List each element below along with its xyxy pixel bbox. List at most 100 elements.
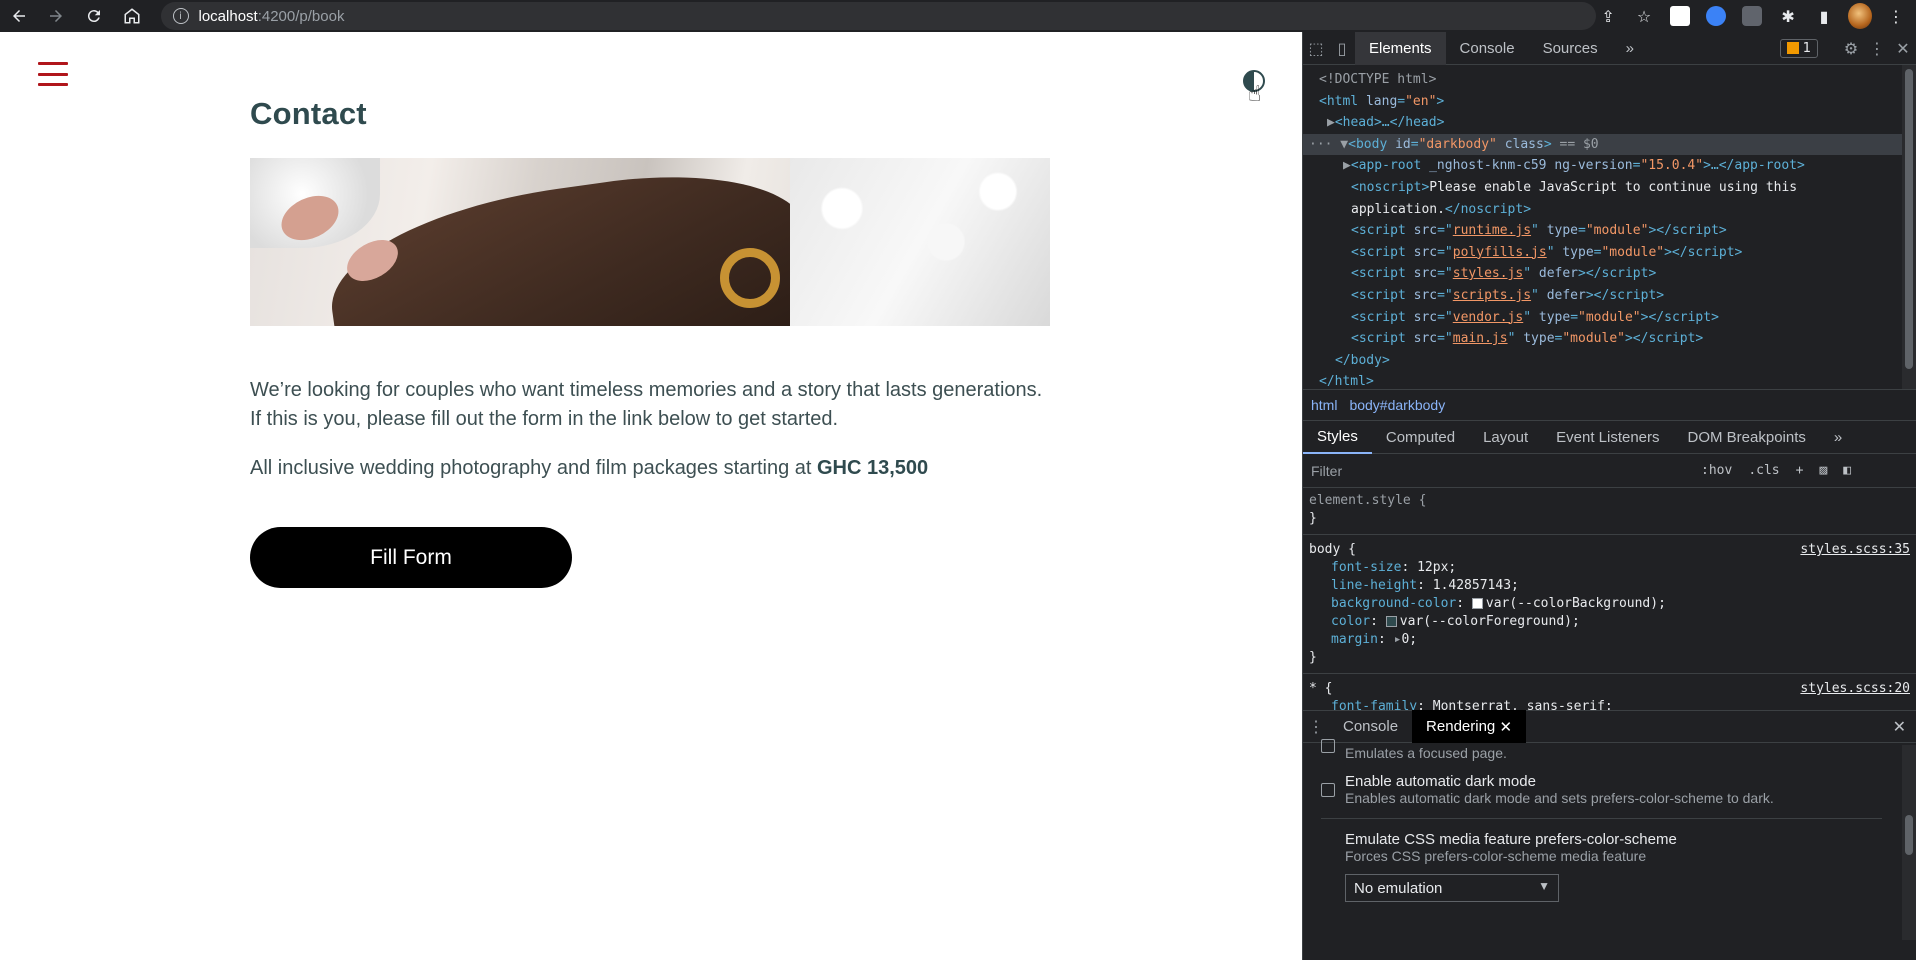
profile-avatar[interactable]	[1848, 3, 1873, 29]
breadcrumb-body[interactable]: body#darkbody	[1349, 397, 1445, 413]
side-panel-icon[interactable]: ▮	[1812, 4, 1836, 28]
contact-section: Contact We’re looking for couples who wa…	[250, 96, 1050, 588]
color-scheme-desc: Forces CSS prefers-color-scheme media fe…	[1345, 848, 1647, 864]
toggle-sidebar-icon[interactable]: ◧	[1843, 463, 1851, 478]
focused-page-option: Emulates a focused page.	[1321, 739, 1916, 761]
url-host: localhost	[198, 7, 258, 25]
dom-node[interactable]: <!DOCTYPE html>	[1303, 69, 1916, 91]
devtools-panel: ⬚ ▯ Elements Console Sources » 1 ⚙ ⋮ ✕ <…	[1302, 31, 1916, 960]
fill-form-button[interactable]: Fill Form	[250, 527, 572, 588]
dom-node[interactable]: </body>	[1303, 350, 1916, 372]
home-button[interactable]	[113, 0, 151, 32]
focused-page-checkbox[interactable]	[1321, 739, 1335, 753]
dom-node[interactable]: <script src="styles.js" defer></script>	[1303, 263, 1916, 285]
devtools-tabbar: ⬚ ▯ Elements Console Sources » 1 ⚙ ⋮ ✕	[1303, 31, 1916, 65]
address-bar[interactable]: i localhost:4200/p/book	[160, 2, 1597, 30]
pricing-paragraph: All inclusive wedding photography and fi…	[250, 454, 1050, 483]
dom-node[interactable]: <script src="scripts.js" defer></script>	[1303, 285, 1916, 307]
drawer-tab-console[interactable]: Console	[1329, 710, 1412, 743]
css-property[interactable]: font-family: Montserrat, sans-serif;	[1309, 698, 1910, 710]
kebab-menu-icon[interactable]: ⋮	[1884, 4, 1908, 28]
element-style-rule[interactable]: element.style {	[1309, 492, 1910, 510]
drawer-tabbar: ⋮ Console Rendering ✕ ✕	[1303, 710, 1916, 743]
device-toolbar-icon[interactable]: ▯	[1329, 35, 1355, 61]
inspect-element-icon[interactable]: ⬚	[1303, 35, 1329, 61]
hamburger-menu-icon[interactable]	[38, 60, 68, 88]
tab-computed[interactable]: Computed	[1372, 421, 1469, 454]
back-button[interactable]	[0, 0, 38, 32]
star-rule-source-link[interactable]: styles.scss:20	[1800, 680, 1910, 698]
devtools-menu-icon[interactable]: ⋮	[1864, 35, 1890, 61]
css-property[interactable]: font-size: 12px;	[1309, 559, 1910, 577]
reload-icon	[88, 10, 101, 23]
dom-node[interactable]: application.</noscript>	[1303, 199, 1916, 221]
paint-icon[interactable]: ▨	[1819, 463, 1827, 478]
tab-dom-breakpoints[interactable]: DOM Breakpoints	[1674, 421, 1820, 454]
close-tab-icon[interactable]: ✕	[1499, 718, 1512, 736]
dom-node[interactable]: <script src="vendor.js" type="module"></…	[1303, 307, 1916, 329]
cls-toggle[interactable]: .cls	[1748, 463, 1779, 478]
tab-elements[interactable]: Elements	[1355, 31, 1446, 65]
styles-pane: element.style { } styles.scss:35 body { …	[1303, 488, 1916, 710]
hov-toggle[interactable]: :hov	[1701, 463, 1732, 478]
color-swatch[interactable]	[1385, 616, 1397, 627]
body-rule-source-link[interactable]: styles.scss:35	[1800, 541, 1910, 559]
price-value: GHC 13,500	[817, 457, 929, 479]
site-info-icon[interactable]: i	[172, 8, 189, 24]
tab-sources[interactable]: Sources	[1529, 32, 1612, 65]
settings-gear-icon[interactable]: ⚙	[1838, 35, 1864, 61]
dom-node[interactable]: <script src="polyfills.js" type="module"…	[1303, 242, 1916, 264]
rendering-scrollbar[interactable]	[1902, 745, 1916, 940]
styles-tabbar: Styles Computed Layout Event Listeners D…	[1303, 420, 1916, 454]
color-scheme-option: Emulate CSS media feature prefers-color-…	[1321, 831, 1916, 902]
bookmark-star-icon[interactable]: ☆	[1632, 4, 1656, 28]
dark-mode-title: Enable automatic dark mode	[1345, 773, 1536, 790]
qr-extension-icon[interactable]	[1668, 4, 1692, 28]
tab-event-listeners[interactable]: Event Listeners	[1542, 421, 1673, 454]
reload-button[interactable]	[75, 0, 113, 32]
breadcrumb-html[interactable]: html	[1311, 397, 1337, 413]
intro-paragraph: We’re looking for couples who want timel…	[250, 379, 1043, 430]
dom-node[interactable]: <html lang="en">	[1303, 91, 1916, 113]
arrow-left-icon	[12, 10, 25, 22]
puzzle-icon[interactable]: ✱	[1776, 4, 1800, 28]
dom-node[interactable]: <noscript>Please enable JavaScript to co…	[1303, 177, 1916, 199]
close-drawer-icon[interactable]: ✕	[1893, 717, 1906, 737]
tab-styles[interactable]: Styles	[1303, 420, 1372, 454]
dom-node[interactable]: </html>	[1303, 371, 1916, 393]
more-style-tabs-icon[interactable]: »	[1820, 421, 1856, 454]
dom-node[interactable]: ▶<head>…</head>	[1303, 112, 1916, 134]
extension-icon[interactable]	[1704, 4, 1728, 28]
styles-filter-input[interactable]: Filter	[1311, 463, 1701, 479]
tab-console[interactable]: Console	[1446, 32, 1529, 65]
tab-layout[interactable]: Layout	[1469, 421, 1542, 454]
dom-node[interactable]: <script src="main.js" type="module"></sc…	[1303, 328, 1916, 350]
focused-page-desc: Emulates a focused page.	[1345, 745, 1507, 761]
dark-mode-option: Enable automatic dark mode Enables autom…	[1321, 773, 1916, 806]
issues-badge[interactable]: 1	[1779, 38, 1818, 58]
color-scheme-title: Emulate CSS media feature prefers-color-…	[1345, 831, 1677, 848]
color-swatch[interactable]	[1471, 598, 1483, 609]
page-title: Contact	[250, 96, 367, 131]
share-icon[interactable]: ⇪	[1596, 4, 1620, 28]
css-property[interactable]: color: var(--colorForeground);	[1309, 613, 1910, 631]
drawer-menu-icon[interactable]: ⋮	[1303, 714, 1329, 740]
css-property[interactable]: background-color: var(--colorBackground)…	[1309, 595, 1910, 613]
shield-extension-icon[interactable]	[1740, 4, 1764, 28]
dom-scrollbar[interactable]	[1902, 65, 1916, 389]
color-scheme-select[interactable]: No emulation ▼	[1345, 874, 1559, 902]
add-rule-icon[interactable]: +	[1796, 463, 1804, 478]
more-tabs-icon[interactable]: »	[1612, 32, 1648, 65]
dom-node-selected[interactable]: ··· ▼<body id="darkbody" class> == $0	[1303, 133, 1916, 156]
css-property[interactable]: line-height: 1.42857143;	[1309, 577, 1910, 595]
rendering-panel: Emulates a focused page. Enable automati…	[1303, 739, 1916, 940]
dom-node[interactable]: ▶<app-root _nghost-knm-c59 ng-version="1…	[1303, 155, 1916, 177]
forward-button[interactable]	[38, 0, 76, 32]
dark-mode-checkbox[interactable]	[1321, 783, 1335, 797]
drawer-tab-rendering[interactable]: Rendering ✕	[1412, 710, 1527, 743]
styles-filter-bar: Filter :hov .cls + ▨ ◧	[1303, 454, 1916, 488]
dom-node[interactable]: <script src="runtime.js" type="module"><…	[1303, 220, 1916, 242]
close-devtools-icon[interactable]: ✕	[1890, 35, 1916, 61]
css-property[interactable]: margin: ▸0;	[1309, 631, 1910, 649]
browser-toolbar: i localhost:4200/p/book ⇪ ☆ ✱ ▮ ⋮	[0, 0, 1916, 32]
